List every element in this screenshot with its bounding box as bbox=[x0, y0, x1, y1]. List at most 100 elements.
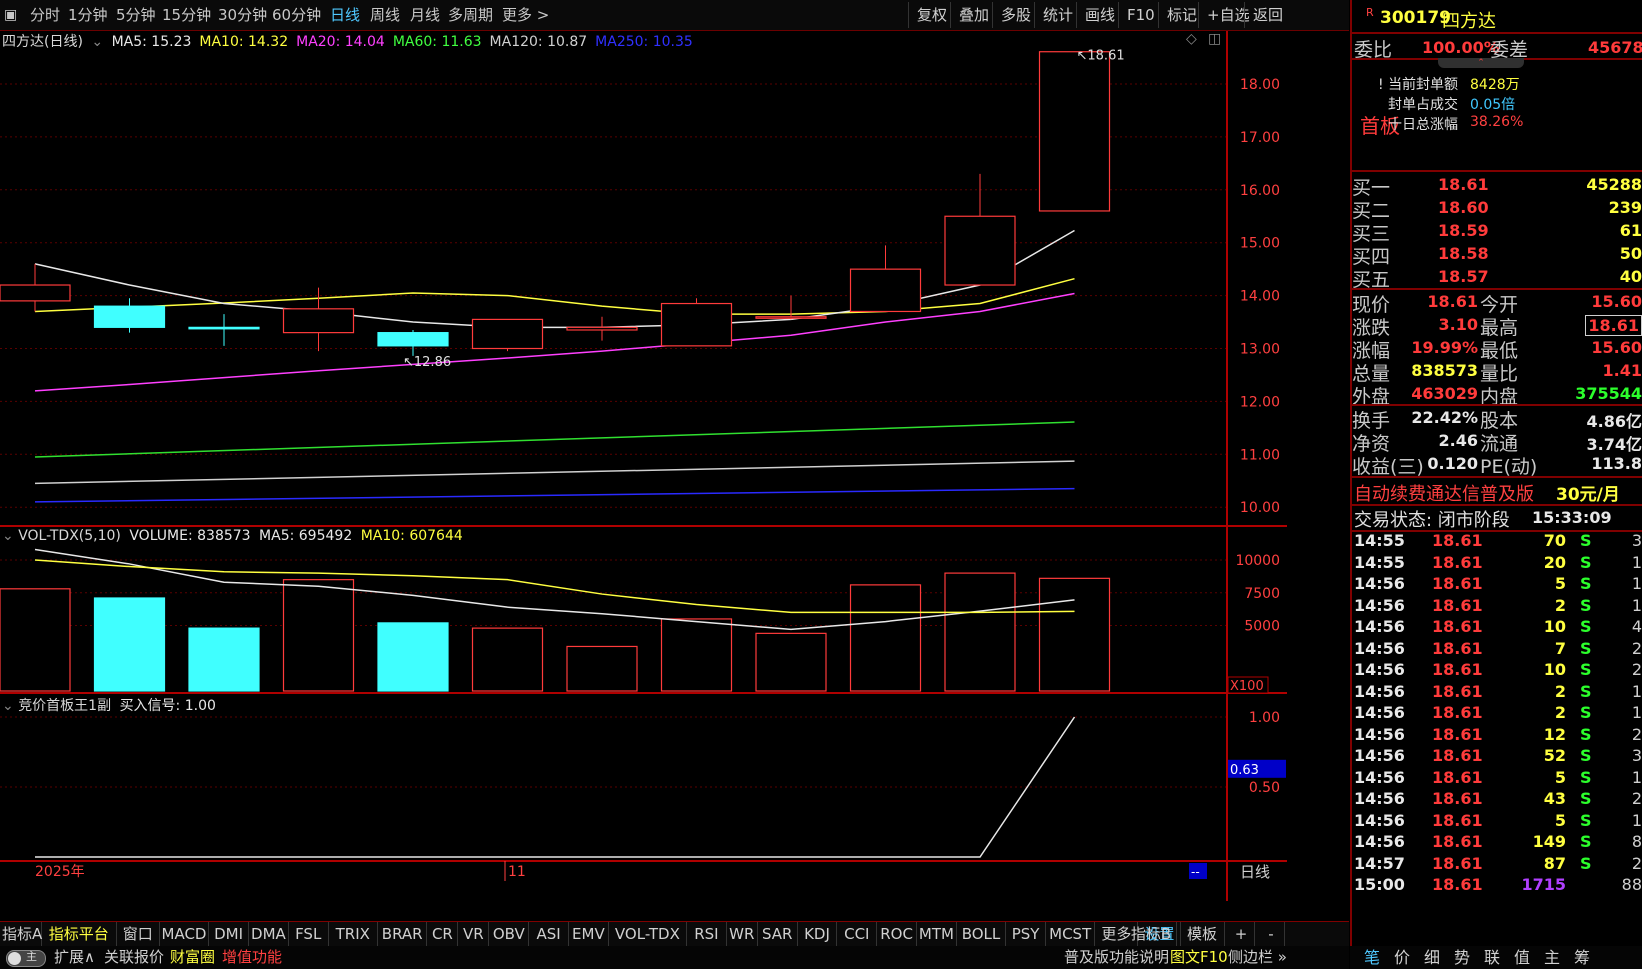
template-tab-1[interactable]: 模板 bbox=[1180, 922, 1225, 946]
tick-row[interactable]: 14:56 18.61 52 S 3 bbox=[1352, 746, 1642, 768]
right-tab-7[interactable]: 筹 bbox=[1568, 946, 1596, 969]
indicator-tab-5[interactable]: DMA bbox=[249, 922, 289, 946]
indicator-tab-11[interactable]: OBV bbox=[489, 922, 530, 946]
indicator-tab-1[interactable]: 指标平台 bbox=[42, 922, 117, 946]
period-tab-4[interactable]: 30分钟 bbox=[218, 0, 267, 30]
right-tab-3[interactable]: 势 bbox=[1448, 946, 1476, 969]
function-item-1[interactable]: 关联报价 bbox=[104, 946, 164, 969]
indicator-tab-4[interactable]: DMI bbox=[209, 922, 249, 946]
promo-text[interactable]: 自动续费通达信普及版 bbox=[1354, 480, 1534, 506]
tick-row[interactable]: 14:56 18.61 2 S 1 bbox=[1352, 596, 1642, 618]
indicator-tab-6[interactable]: FSL bbox=[289, 922, 329, 946]
indicator-tab-20[interactable]: ROC bbox=[877, 922, 917, 946]
indicator-tab-18[interactable]: KDJ bbox=[798, 922, 838, 946]
right-tab-4[interactable]: 联 bbox=[1478, 946, 1506, 969]
indicator-tab-12[interactable]: ASI bbox=[529, 922, 569, 946]
tick-row[interactable]: 14:56 18.61 10 S 4 bbox=[1352, 617, 1642, 639]
candle[interactable] bbox=[471, 318, 544, 352]
toolbar-button-1[interactable]: 叠加 bbox=[950, 2, 989, 28]
tick-row[interactable]: 14:56 18.61 2 S 1 bbox=[1352, 703, 1642, 725]
chevron-down-icon[interactable]: ⌄ bbox=[2, 528, 14, 544]
indicator-tab-3[interactable]: MACD bbox=[160, 922, 210, 946]
tick-row[interactable]: 14:56 18.61 2 S 1 bbox=[1352, 682, 1642, 704]
template-tab-0[interactable]: 指标B bbox=[1126, 922, 1177, 946]
indicator-tab-15[interactable]: RSI bbox=[687, 922, 727, 946]
stock-code[interactable]: 300179 bbox=[1380, 8, 1451, 28]
candle[interactable] bbox=[1038, 51, 1111, 212]
candle[interactable] bbox=[566, 316, 638, 341]
function-item-3[interactable]: 增值功能 bbox=[222, 946, 282, 969]
chevron-down-icon[interactable]: ⌄ bbox=[91, 34, 103, 50]
function-item-2[interactable]: 财富圈 bbox=[170, 946, 215, 969]
right-tab-2[interactable]: 细 bbox=[1418, 946, 1446, 969]
indicator-tab-8[interactable]: BRAR bbox=[378, 922, 428, 946]
indicator-tab-9[interactable]: CR bbox=[427, 922, 459, 946]
period-tab-8[interactable]: 月线 bbox=[410, 0, 440, 30]
tick-row[interactable]: 14:57 18.61 87 S 2 bbox=[1352, 854, 1642, 876]
panel-toggle-icon[interactable]: ▣ bbox=[4, 0, 17, 30]
template-tab-3[interactable]: - bbox=[1258, 922, 1285, 946]
function-item-0[interactable]: 扩展∧ bbox=[54, 946, 95, 969]
toolbar-button-8[interactable]: 返回 bbox=[1244, 2, 1283, 28]
volume-bar[interactable] bbox=[849, 584, 922, 692]
candle[interactable] bbox=[849, 245, 922, 313]
period-tab-6[interactable]: 日线 bbox=[330, 0, 360, 30]
volume-bar[interactable] bbox=[660, 618, 733, 692]
stock-name[interactable]: 四方达 bbox=[1442, 7, 1496, 33]
period-tab-9[interactable]: 多周期 bbox=[448, 0, 493, 30]
collapse-arrow-icon[interactable]: ⌃ bbox=[1438, 58, 1524, 68]
tick-row[interactable]: 14:56 18.61 10 S 2 bbox=[1352, 660, 1642, 682]
volume-bar[interactable] bbox=[471, 627, 544, 692]
chevron-down-icon[interactable]: ⌄ bbox=[2, 698, 14, 714]
period-tab-0[interactable]: 分时 bbox=[30, 0, 60, 30]
indicator-tab-7[interactable]: TRIX bbox=[329, 922, 378, 946]
function-link-2[interactable]: 侧边栏 » bbox=[1228, 946, 1287, 969]
bid-price[interactable]: 18.60 bbox=[1438, 198, 1489, 217]
function-link-1[interactable]: 图文F10 bbox=[1170, 946, 1228, 969]
diamond-icon[interactable]: ◇ bbox=[1186, 31, 1197, 47]
right-tab-6[interactable]: 主 bbox=[1538, 946, 1566, 969]
bid-price[interactable]: 18.57 bbox=[1438, 267, 1489, 286]
volume-bar[interactable] bbox=[755, 632, 827, 692]
indicator-tab-19[interactable]: CCI bbox=[837, 922, 878, 946]
right-tab-0[interactable]: 笔 bbox=[1358, 946, 1386, 969]
indicator-tab-17[interactable]: SAR bbox=[758, 922, 798, 946]
toolbar-button-5[interactable]: F10 bbox=[1118, 2, 1155, 28]
template-tab-2[interactable]: + bbox=[1228, 922, 1255, 946]
candle[interactable] bbox=[377, 329, 449, 356]
volume-bar[interactable] bbox=[944, 572, 1016, 692]
tick-row[interactable]: 15:00 18.61 1715 88 bbox=[1352, 875, 1642, 897]
volume-bar[interactable] bbox=[93, 597, 166, 692]
kline-chart-svg[interactable]: 18.00 17.00 16.00 15.00 14.00 13.00 12.00 11.00… bbox=[0, 31, 1287, 901]
tick-row[interactable]: 14:56 18.61 5 S 1 bbox=[1352, 574, 1642, 596]
tick-row[interactable]: 14:55 18.61 20 S 1 bbox=[1352, 553, 1642, 575]
toolbar-button-4[interactable]: 画线 bbox=[1076, 2, 1115, 28]
tick-row[interactable]: 14:56 18.61 7 S 2 bbox=[1352, 639, 1642, 661]
volume-bar[interactable] bbox=[0, 588, 71, 692]
bid-price[interactable]: 18.58 bbox=[1438, 244, 1489, 263]
kline-chart-area[interactable]: 18.00 17.00 16.00 15.00 14.00 13.00 12.00 11.00… bbox=[0, 31, 1287, 901]
bid-price[interactable]: 18.61 bbox=[1438, 175, 1489, 194]
toolbar-button-3[interactable]: 统计 bbox=[1034, 2, 1073, 28]
indicator-tab-21[interactable]: MTM bbox=[917, 922, 957, 946]
candle[interactable] bbox=[660, 298, 733, 347]
indicator-tab-22[interactable]: BOLL bbox=[957, 922, 1007, 946]
candle[interactable] bbox=[944, 173, 1016, 286]
volume-bar[interactable] bbox=[1038, 577, 1111, 692]
tick-row[interactable]: 14:56 18.61 43 S 2 bbox=[1352, 789, 1642, 811]
volume-bar[interactable] bbox=[282, 579, 355, 692]
right-tab-1[interactable]: 价 bbox=[1388, 946, 1416, 969]
period-tab-2[interactable]: 5分钟 bbox=[116, 0, 156, 30]
volume-bar[interactable] bbox=[566, 645, 638, 692]
function-link-0[interactable]: 普及版功能说明 bbox=[1064, 946, 1169, 969]
period-tab-1[interactable]: 1分钟 bbox=[68, 0, 108, 30]
right-tab-5[interactable]: 值 bbox=[1508, 946, 1536, 969]
toolbar-button-7[interactable]: +自选 bbox=[1198, 2, 1250, 28]
indicator-tab-14[interactable]: VOL-TDX bbox=[609, 922, 687, 946]
bid-price[interactable]: 18.59 bbox=[1438, 221, 1489, 240]
period-tab-5[interactable]: 60分钟 bbox=[272, 0, 321, 30]
tick-row[interactable]: 14:56 18.61 5 S 1 bbox=[1352, 811, 1642, 833]
indicator-tab-24[interactable]: MCST bbox=[1046, 922, 1096, 946]
volume-bar[interactable] bbox=[188, 627, 260, 692]
indicator-tab-16[interactable]: WR bbox=[727, 922, 758, 946]
